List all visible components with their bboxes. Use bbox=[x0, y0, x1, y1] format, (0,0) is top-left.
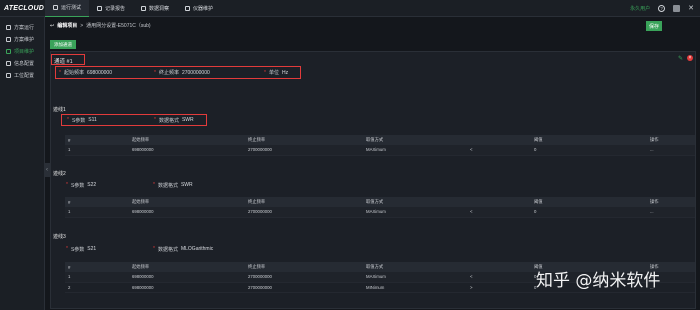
row-actions[interactable]: ... bbox=[647, 207, 695, 218]
report-icon bbox=[97, 5, 103, 11]
station-icon bbox=[6, 72, 11, 78]
trace-2-params: * S参数 S22 * 数据格式 SWR bbox=[66, 182, 193, 189]
trace-3-title: 迹线3 bbox=[53, 234, 66, 240]
delete-icon[interactable]: × bbox=[687, 55, 693, 61]
trace-3-params: * S参数 S21 * 数据格式 MLOGarithmic bbox=[66, 246, 214, 253]
trace-1-s-param[interactable]: S11 bbox=[88, 117, 97, 123]
back-icon[interactable]: ↩ bbox=[50, 23, 54, 29]
save-button[interactable]: 保存 bbox=[646, 21, 662, 31]
trace-2-title: 迹线2 bbox=[53, 171, 66, 177]
watermark: 知乎 @纳米软件 bbox=[536, 271, 661, 291]
nav-run-test[interactable]: 运行测试 bbox=[45, 0, 90, 17]
start-freq-label: 起始频率 bbox=[63, 70, 84, 76]
start-freq-field[interactable]: 698000000 bbox=[87, 70, 112, 76]
breadcrumb: ↩ 编辑项目 > 通用网分设置-E5071C（sub) bbox=[50, 22, 151, 30]
trace-1-format[interactable]: SWR bbox=[182, 117, 194, 123]
nav-data-insight[interactable]: 数据洞察 bbox=[133, 0, 177, 17]
unit-label: 单位 bbox=[268, 70, 279, 76]
nav-reports[interactable]: 记录报告 bbox=[89, 0, 133, 17]
top-nav: 运行测试 记录报告 数据洞察 仪器维护 bbox=[45, 0, 221, 17]
breadcrumb-separator: > bbox=[80, 22, 84, 29]
table-header: # 起始频率 终止频率 取值方式 阈值 操作 bbox=[65, 135, 695, 145]
avatar[interactable] bbox=[673, 5, 681, 12]
help-icon[interactable]: ? bbox=[658, 5, 666, 12]
trace-2-format[interactable]: SWR bbox=[181, 182, 193, 188]
trace-3-format[interactable]: MLOGarithmic bbox=[181, 246, 213, 252]
table-header: # 起始频率 终止频率 取值方式 阈值 操作 bbox=[65, 197, 695, 207]
nav-instrument-maintenance[interactable]: 仪器维护 bbox=[177, 0, 221, 17]
info-icon bbox=[6, 60, 11, 66]
channel-title: 通道 #1 bbox=[51, 54, 85, 65]
unit-select[interactable]: Hz bbox=[282, 70, 288, 76]
sidebar: 方案运行 方案维护 项目维护 信息配置 工位配置 bbox=[0, 17, 45, 310]
frequency-settings: * 起始频率 698000000 * 终止频率 2700000000 * 单位 Hz bbox=[55, 66, 301, 79]
trace-1-title: 迹线1 bbox=[53, 107, 66, 113]
trace-1-table: # 起始频率 终止频率 取值方式 阈值 操作 1 698000000 27000… bbox=[65, 135, 695, 156]
table-row[interactable]: 1 698000000 2700000000 MAXimum < 0 ... bbox=[65, 207, 695, 218]
stop-freq-label: 终止频率 bbox=[158, 70, 179, 76]
edit-icon[interactable]: ✎ bbox=[678, 55, 683, 62]
instrument-icon bbox=[185, 5, 191, 11]
trace-3-s-param[interactable]: S21 bbox=[87, 246, 96, 252]
monitor-icon bbox=[53, 5, 58, 10]
add-channel-button[interactable]: 添加通道 bbox=[50, 40, 76, 49]
sidebar-item-scheme-maintain[interactable]: 方案维护 bbox=[0, 33, 44, 45]
breadcrumb-path: 通用网分设置-E5071C（sub) bbox=[86, 23, 151, 29]
trace-1-params: * S参数 S11 * 数据格式 SWR bbox=[61, 114, 207, 126]
trace-2-s-param[interactable]: S22 bbox=[87, 182, 96, 188]
folder-icon bbox=[6, 36, 11, 42]
chart-icon bbox=[141, 5, 147, 11]
breadcrumb-current[interactable]: 编辑项目 bbox=[57, 22, 77, 29]
sidebar-item-info-config[interactable]: 信息配置 bbox=[0, 57, 44, 69]
sidebar-item-station-config[interactable]: 工位配置 bbox=[0, 69, 44, 81]
stop-freq-field[interactable]: 2700000000 bbox=[182, 70, 210, 76]
user-label[interactable]: 永久用户 bbox=[630, 5, 650, 12]
play-icon bbox=[6, 24, 11, 30]
sidebar-item-scheme-run[interactable]: 方案运行 bbox=[0, 21, 44, 33]
app-logo: ATECLOUD bbox=[4, 4, 44, 12]
trace-2-table: # 起始频率 终止频率 取值方式 阈值 操作 1 698000000 27000… bbox=[65, 197, 695, 218]
sidebar-item-project-maintain[interactable]: 项目维护 bbox=[0, 45, 44, 57]
top-bar: ATECLOUD 运行测试 记录报告 数据洞察 仪器维护 永久用户 ? ✕ bbox=[0, 0, 700, 17]
table-row[interactable]: 1 698000000 2700000000 MAXimum < 0 ... bbox=[65, 145, 695, 156]
close-icon[interactable]: ✕ bbox=[688, 5, 694, 12]
row-actions[interactable]: ... bbox=[647, 145, 695, 156]
project-icon bbox=[6, 48, 11, 54]
